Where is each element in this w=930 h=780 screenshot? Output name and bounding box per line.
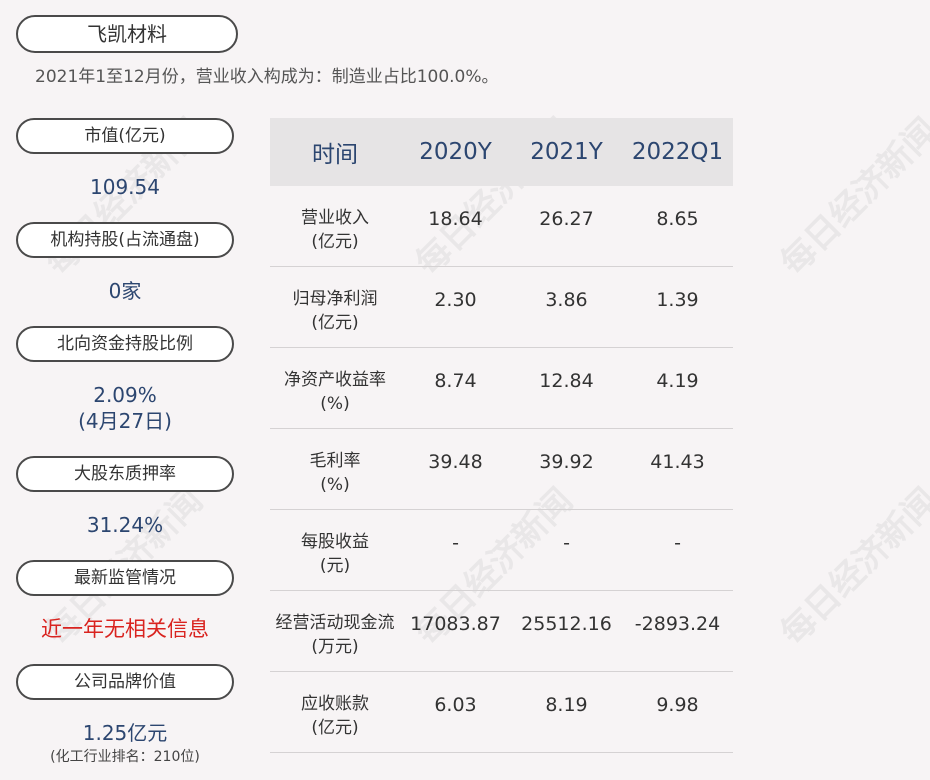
- institutional-holding-label: 机构持股(占流通盘): [16, 222, 234, 258]
- northbound-ratio-label: 北向资金持股比例: [16, 326, 234, 362]
- table-cell: 4.19: [656, 370, 699, 392]
- financial-table: 时间 2020Y 2021Y 2022Q1 营业收入 (亿元) 18.64 26.…: [270, 118, 733, 753]
- revenue-composition-note: 2021年1至12月份，营业收入构成为：制造业占比100.0%。: [35, 67, 499, 87]
- column-header: 时间: [312, 142, 358, 168]
- brand-rank-note: (化工行业排名：210位): [50, 749, 200, 765]
- table-cell: 9.98: [656, 694, 699, 716]
- table-cell: 17083.87: [410, 613, 501, 635]
- watermark: 每日经济新闻: [773, 480, 930, 654]
- table-cell: 41.43: [650, 451, 705, 473]
- table-row: 净资产收益率 (%) 8.74 12.84 4.19: [270, 348, 733, 429]
- table-cell: 18.64: [428, 208, 483, 230]
- table-cell: -: [674, 532, 681, 554]
- row-label: 营业收入 (亿元): [301, 208, 369, 252]
- institutional-holding-value: 0家: [108, 279, 142, 303]
- table-cell: 25512.16: [521, 613, 612, 635]
- brand-value-label: 公司品牌价值: [16, 664, 234, 700]
- table-cell: 8.74: [434, 370, 477, 392]
- row-label: 经营活动现金流 (万元): [275, 613, 395, 657]
- brand-value: 1.25亿元: [82, 721, 168, 745]
- table-header: 时间 2020Y 2021Y 2022Q1: [270, 118, 733, 186]
- regulation-value: 近一年无相关信息: [41, 617, 209, 641]
- table-cell: 12.84: [539, 370, 594, 392]
- table-cell: -: [563, 532, 570, 554]
- table-cell: 8.19: [545, 694, 588, 716]
- northbound-ratio-value: 2.09%: [93, 383, 157, 407]
- watermark: 每日经济新闻: [773, 110, 930, 284]
- table-cell: -2893.24: [634, 613, 721, 635]
- table-cell: 1.39: [656, 289, 699, 311]
- row-label: 毛利率 (%): [309, 451, 361, 495]
- table-cell: 39.92: [539, 451, 594, 473]
- row-label: 应收账款 (亿元): [301, 694, 369, 738]
- table-cell: 8.65: [656, 208, 699, 230]
- table-row: 每股收益 (元) - - -: [270, 510, 733, 591]
- table-cell: 2.30: [434, 289, 477, 311]
- column-header: 2020Y: [419, 139, 492, 165]
- pledge-ratio-label: 大股东质押率: [16, 456, 234, 492]
- table-cell: 26.27: [539, 208, 594, 230]
- regulation-label: 最新监管情况: [16, 560, 234, 596]
- table-cell: -: [452, 532, 459, 554]
- pledge-ratio-value: 31.24%: [86, 513, 164, 537]
- row-label: 净资产收益率 (%): [284, 370, 386, 414]
- company-name: 飞凯材料: [16, 15, 238, 53]
- table-cell: 6.03: [434, 694, 477, 716]
- table-row: 应收账款 (亿元) 6.03 8.19 9.98: [270, 672, 733, 753]
- table-row: 归母净利润 (亿元) 2.30 3.86 1.39: [270, 267, 733, 348]
- table-row: 毛利率 (%) 39.48 39.92 41.43: [270, 429, 733, 510]
- row-label: 归母净利润 (亿元): [292, 289, 378, 333]
- table-row: 经营活动现金流 (万元) 17083.87 25512.16 -2893.24: [270, 591, 733, 672]
- column-header: 2021Y: [530, 139, 603, 165]
- row-label: 每股收益 (元): [301, 532, 369, 576]
- market-cap-value: 109.54: [90, 175, 160, 199]
- market-cap-label: 市值(亿元): [16, 118, 234, 154]
- northbound-ratio-date: (4月27日): [78, 409, 172, 433]
- table-cell: 3.86: [545, 289, 588, 311]
- column-header: 2022Q1: [631, 139, 724, 165]
- table-cell: 39.48: [428, 451, 483, 473]
- table-row: 营业收入 (亿元) 18.64 26.27 8.65: [270, 186, 733, 267]
